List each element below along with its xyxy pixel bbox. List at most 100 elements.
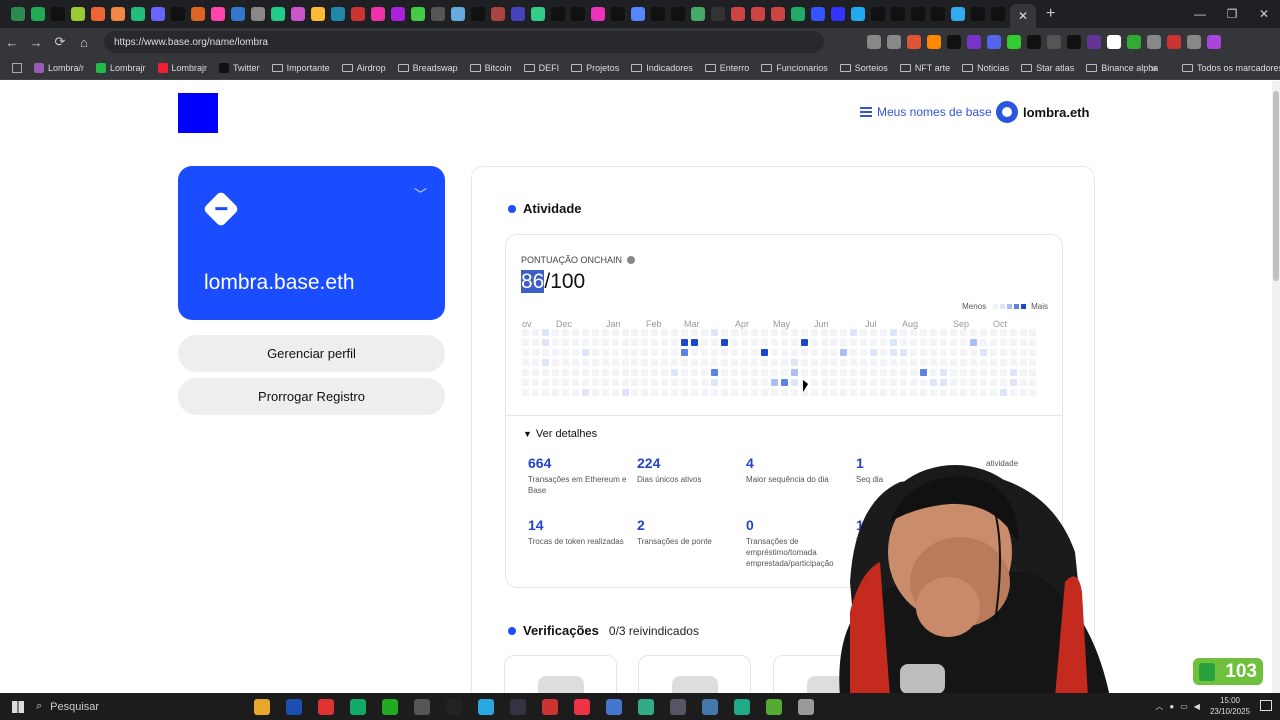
heatmap-cell[interactable] <box>949 339 957 346</box>
heatmap-cell[interactable] <box>880 389 888 396</box>
tab-favicon[interactable] <box>171 7 185 21</box>
heatmap-cell[interactable] <box>691 359 699 366</box>
heatmap-cell[interactable] <box>522 339 529 346</box>
heatmap-cell[interactable] <box>999 369 1007 376</box>
heatmap-cell[interactable] <box>661 339 669 346</box>
heatmap-cell[interactable] <box>999 329 1007 336</box>
tab-favicon[interactable] <box>271 7 285 21</box>
taskbar-app-icon[interactable] <box>702 698 718 715</box>
heatmap-cell[interactable] <box>890 329 898 336</box>
tab-favicon[interactable] <box>491 7 505 21</box>
heatmap-cell[interactable] <box>561 369 569 376</box>
heatmap-cell[interactable] <box>959 349 967 356</box>
heatmap-cell[interactable] <box>939 369 947 376</box>
bookmark-item[interactable]: Indicadores <box>631 63 693 73</box>
heatmap-cell[interactable] <box>800 359 808 366</box>
heatmap-cell[interactable] <box>929 379 937 386</box>
heatmap-cell[interactable] <box>780 379 788 386</box>
heatmap-cell[interactable] <box>591 339 599 346</box>
heatmap-cell[interactable] <box>900 369 908 376</box>
heatmap-cell[interactable] <box>740 349 748 356</box>
tab-favicon[interactable] <box>431 7 445 21</box>
heatmap-cell[interactable] <box>1009 389 1017 396</box>
heatmap-cell[interactable] <box>949 369 957 376</box>
extension-icon[interactable] <box>867 35 881 49</box>
heatmap-cell[interactable] <box>721 369 728 376</box>
bookmark-item[interactable]: Funcionarios <box>761 63 828 73</box>
volume-icon[interactable]: ◀ <box>1194 702 1200 711</box>
heatmap-cell[interactable] <box>740 389 748 396</box>
bookmark-item[interactable]: Importante <box>271 63 330 73</box>
heatmap-cell[interactable] <box>780 359 788 366</box>
heatmap-cell[interactable] <box>681 369 689 376</box>
tab-favicon[interactable] <box>591 7 605 21</box>
heatmap-cell[interactable] <box>750 349 758 356</box>
heatmap-cell[interactable] <box>701 349 709 356</box>
heatmap-cell[interactable] <box>910 389 918 396</box>
tab-favicon[interactable] <box>331 7 345 21</box>
extension-icon[interactable] <box>947 35 961 49</box>
heatmap-cell[interactable] <box>711 379 719 386</box>
heatmap-cell[interactable] <box>551 389 559 396</box>
bookmark-item[interactable]: Noticias <box>962 63 1009 73</box>
tab-favicon[interactable] <box>851 7 865 21</box>
heatmap-cell[interactable] <box>999 349 1007 356</box>
heatmap-cell[interactable] <box>920 339 927 346</box>
heatmap-cell[interactable] <box>641 379 649 386</box>
heatmap-cell[interactable] <box>551 349 559 356</box>
extension-icon[interactable] <box>1167 35 1181 49</box>
heatmap-cell[interactable] <box>920 349 927 356</box>
heatmap-cell[interactable] <box>969 369 977 376</box>
heatmap-cell[interactable] <box>681 329 689 336</box>
heatmap-cell[interactable] <box>939 339 947 346</box>
heatmap-cell[interactable] <box>581 379 589 386</box>
heatmap-cell[interactable] <box>860 369 868 376</box>
taskbar-app-icon[interactable] <box>574 698 590 715</box>
heatmap-cell[interactable] <box>800 369 808 376</box>
url-bar[interactable]: https://www.base.org/name/lombra <box>104 31 824 53</box>
extension-icon[interactable] <box>887 35 901 49</box>
tab-favicon[interactable] <box>671 7 685 21</box>
extension-icon[interactable] <box>1067 35 1081 49</box>
heatmap-cell[interactable] <box>880 329 888 336</box>
heatmap-cell[interactable] <box>730 349 738 356</box>
heatmap-cell[interactable] <box>1029 339 1037 346</box>
heatmap-cell[interactable] <box>770 369 778 376</box>
extension-icon[interactable] <box>1187 35 1201 49</box>
heatmap-cell[interactable] <box>780 339 788 346</box>
heatmap-cell[interactable] <box>691 369 699 376</box>
heatmap-cell[interactable] <box>840 369 848 376</box>
heatmap-cell[interactable] <box>531 339 539 346</box>
extension-icon[interactable] <box>1127 35 1141 49</box>
heatmap-cell[interactable] <box>601 359 609 366</box>
bookmark-item[interactable]: Lombrajr <box>96 62 146 73</box>
heatmap-cell[interactable] <box>969 359 977 366</box>
heatmap-cell[interactable] <box>701 329 709 336</box>
heatmap-cell[interactable] <box>830 329 838 336</box>
heatmap-cell[interactable] <box>979 359 987 366</box>
heatmap-cell[interactable] <box>591 359 599 366</box>
heatmap-cell[interactable] <box>880 339 888 346</box>
heatmap-cell[interactable] <box>780 389 788 396</box>
heatmap-cell[interactable] <box>531 359 539 366</box>
heatmap-cell[interactable] <box>621 339 629 346</box>
heatmap-cell[interactable] <box>780 349 788 356</box>
heatmap-cell[interactable] <box>691 379 699 386</box>
heatmap-cell[interactable] <box>989 389 997 396</box>
my-names-link[interactable]: Meus nomes de base <box>860 105 992 119</box>
heatmap-cell[interactable] <box>581 349 589 356</box>
heatmap-cell[interactable] <box>541 329 549 336</box>
bookmark-item[interactable]: Binance alpha <box>1086 63 1158 73</box>
heatmap-cell[interactable] <box>820 349 828 356</box>
heatmap-cell[interactable] <box>830 339 838 346</box>
apps-icon[interactable] <box>12 62 22 73</box>
heatmap-cell[interactable] <box>750 379 758 386</box>
heatmap-cell[interactable] <box>1019 349 1027 356</box>
bookmarks-more-icon[interactable]: » <box>1150 61 1157 75</box>
heatmap-cell[interactable] <box>651 369 659 376</box>
heatmap-cell[interactable] <box>631 339 639 346</box>
heatmap-cell[interactable] <box>850 379 858 386</box>
tab-favicon[interactable] <box>31 7 45 21</box>
heatmap-cell[interactable] <box>850 389 858 396</box>
heatmap-cell[interactable] <box>611 369 619 376</box>
